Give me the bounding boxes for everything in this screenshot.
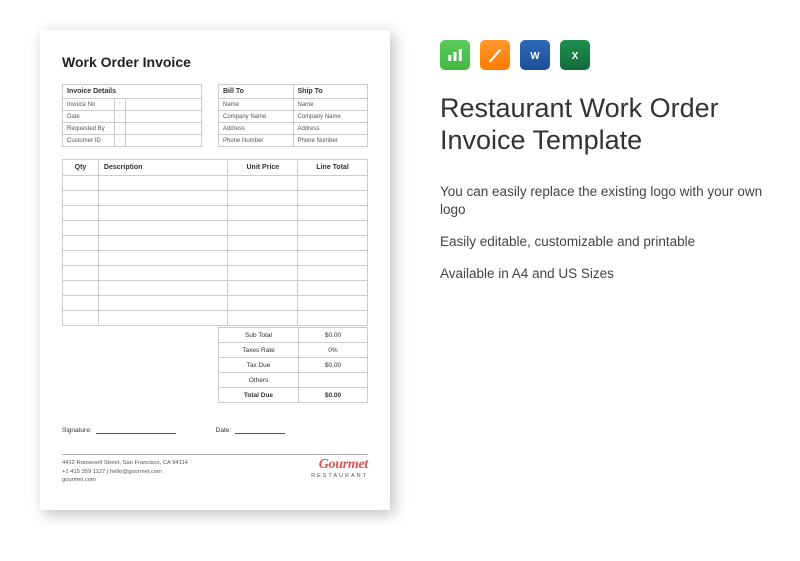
table-row bbox=[63, 281, 368, 296]
table-row: Company NameCompany Name bbox=[219, 111, 368, 123]
table-row bbox=[63, 266, 368, 281]
brand-logo: Gourmet RESTAURANT bbox=[311, 457, 368, 479]
table-row bbox=[63, 251, 368, 266]
page-heading: Restaurant Work Order Invoice Template bbox=[440, 92, 770, 157]
signature-row: Signature: Date: bbox=[62, 427, 368, 434]
invoice-details-header: Invoice Details bbox=[63, 85, 202, 99]
table-row: Taxes Rate0% bbox=[219, 343, 368, 358]
preview-panel: Work Order Invoice Invoice Details Invoi… bbox=[0, 0, 410, 561]
format-icons: W X bbox=[440, 40, 770, 70]
word-icon[interactable]: W bbox=[520, 40, 550, 70]
footer-rule bbox=[62, 454, 368, 455]
table-row: AddressAddress bbox=[219, 123, 368, 135]
table-row: Total Due$0.00 bbox=[219, 388, 368, 403]
col-desc: Description bbox=[98, 160, 228, 176]
col-unit-price: Unit Price bbox=[228, 160, 298, 176]
pages-icon[interactable] bbox=[480, 40, 510, 70]
invoice-details-table: Invoice Details Invoice No: Date: Reques… bbox=[62, 84, 202, 147]
table-row bbox=[63, 221, 368, 236]
table-row: Others bbox=[219, 373, 368, 388]
bill-ship-table: Bill To Ship To NameName Company NameCom… bbox=[218, 84, 368, 147]
feature-item: Available in A4 and US Sizes bbox=[440, 265, 770, 283]
ship-to-header: Ship To bbox=[293, 85, 368, 99]
excel-icon[interactable]: X bbox=[560, 40, 590, 70]
doc-title: Work Order Invoice bbox=[62, 54, 368, 70]
table-row: Date: bbox=[63, 111, 202, 123]
top-tables: Invoice Details Invoice No: Date: Reques… bbox=[62, 84, 368, 147]
totals-table: Sub Total$0.00 Taxes Rate0% Tax Due$0.00… bbox=[218, 327, 368, 403]
signature-field: Signature: bbox=[62, 427, 176, 434]
table-row: NameName bbox=[219, 99, 368, 111]
table-row bbox=[63, 176, 368, 191]
footer-info: 4412 Roosevelt Street, San Francisco, CA… bbox=[62, 459, 188, 485]
document-preview: Work Order Invoice Invoice Details Invoi… bbox=[40, 30, 390, 510]
info-panel: W X Restaurant Work Order Invoice Templa… bbox=[410, 0, 800, 561]
table-row: Customer ID: bbox=[63, 135, 202, 147]
footer: 4412 Roosevelt Street, San Francisco, CA… bbox=[62, 454, 368, 485]
table-row: Tax Due$0.00 bbox=[219, 358, 368, 373]
table-row: Requested By: bbox=[63, 123, 202, 135]
table-row: Sub Total$0.00 bbox=[219, 328, 368, 343]
table-row bbox=[63, 236, 368, 251]
numbers-icon[interactable] bbox=[440, 40, 470, 70]
feature-item: Easily editable, customizable and printa… bbox=[440, 233, 770, 251]
date-field: Date: bbox=[216, 427, 286, 434]
table-row bbox=[63, 296, 368, 311]
feature-list: You can easily replace the existing logo… bbox=[440, 183, 770, 284]
table-row: Phone NumberPhone Number bbox=[219, 135, 368, 147]
col-qty: Qty bbox=[63, 160, 99, 176]
line-items-table: Qty Description Unit Price Line Total bbox=[62, 159, 368, 326]
svg-text:X: X bbox=[572, 51, 579, 62]
bill-to-header: Bill To bbox=[219, 85, 294, 99]
svg-text:W: W bbox=[530, 51, 540, 62]
col-line-total: Line Total bbox=[298, 160, 368, 176]
table-row: Invoice No: bbox=[63, 99, 202, 111]
table-row bbox=[63, 206, 368, 221]
table-row bbox=[63, 311, 368, 326]
table-row bbox=[63, 191, 368, 206]
feature-item: You can easily replace the existing logo… bbox=[440, 183, 770, 219]
